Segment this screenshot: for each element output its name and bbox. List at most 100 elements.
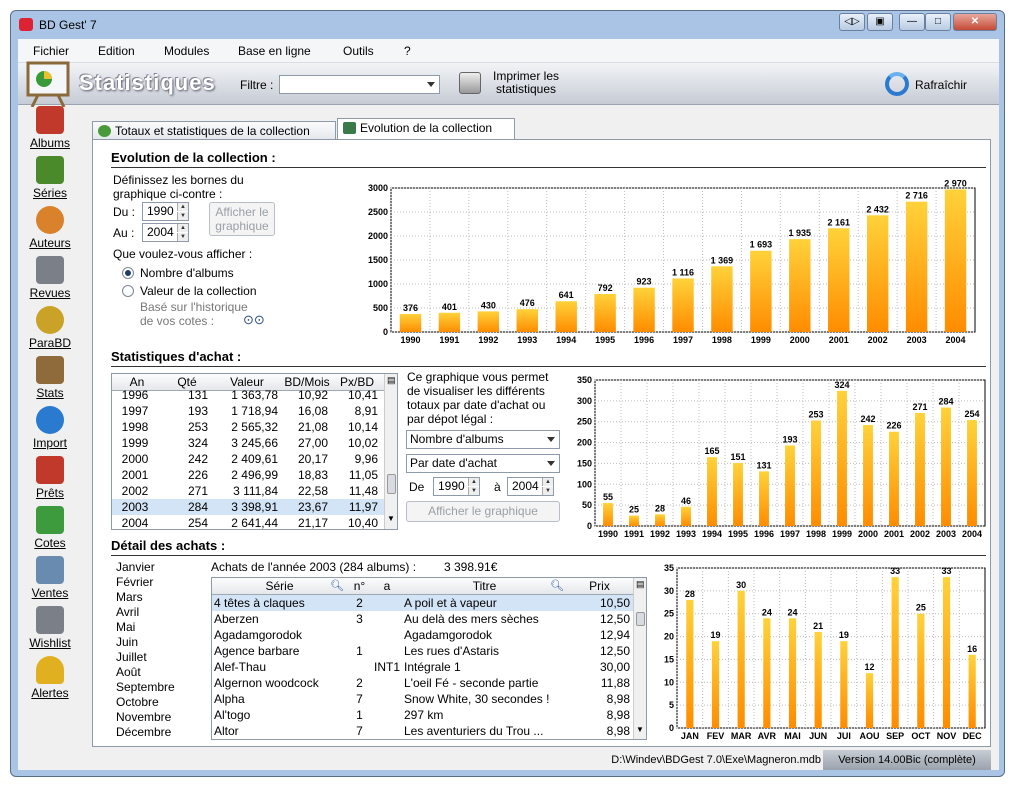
column-picker-icon[interactable]: ▤ — [387, 375, 396, 386]
spin-up-icon[interactable]: ▲ — [542, 478, 553, 486]
print-stats-button[interactable]: Imprimer les statistiques — [486, 70, 566, 96]
bar[interactable] — [733, 463, 743, 526]
bar[interactable] — [603, 503, 613, 526]
sidebar-item-series[interactable]: Séries — [18, 156, 82, 206]
bar[interactable] — [811, 420, 821, 526]
bar[interactable] — [915, 412, 925, 526]
sidebar-item-parabd[interactable]: ParaBD — [18, 306, 82, 356]
radio-nombre-albums[interactable] — [122, 267, 134, 279]
bar[interactable] — [750, 250, 772, 332]
month-item[interactable]: Octobre — [116, 695, 159, 709]
scrollbar-thumb[interactable] — [636, 612, 645, 626]
table-row[interactable]: Algernon woodcock 2 L'oeil Fé - seconde pa… — [212, 675, 633, 691]
spin-down-icon[interactable]: ▼ — [177, 212, 188, 220]
bar[interactable] — [707, 457, 717, 526]
bar[interactable] — [785, 445, 795, 526]
table-row[interactable]: 1999 324 3 245,66 27,00 10,02 — [112, 435, 384, 451]
menu-edition[interactable]: Edition — [98, 44, 135, 58]
spin-down-icon[interactable]: ▼ — [542, 487, 553, 495]
col-serie[interactable]: Série — [212, 579, 347, 593]
bar[interactable] — [477, 311, 500, 332]
printer-icon[interactable] — [459, 72, 481, 94]
maximize-button[interactable]: □ — [925, 13, 951, 31]
menu-fichier[interactable]: Fichier — [33, 44, 69, 58]
table-row[interactable]: 2004 254 2 641,44 21,17 10,40 — [112, 515, 384, 529]
table-row[interactable]: Agadamgorodok Agadamgorodok 12,94 — [212, 627, 633, 643]
table-row[interactable]: Alef-Thau INT1 Intégrale 1 30,00 — [212, 659, 633, 675]
menu-modules[interactable]: Modules — [164, 44, 209, 58]
bar[interactable] — [655, 514, 665, 526]
refresh-icon[interactable] — [885, 72, 909, 96]
glasses-icon[interactable]: ⊙⊙ — [243, 312, 265, 328]
month-item[interactable]: Février — [116, 575, 153, 589]
bar[interactable] — [594, 293, 616, 332]
bar[interactable] — [788, 618, 797, 728]
month-item[interactable]: Juin — [116, 635, 138, 649]
spin-up-icon[interactable]: ▲ — [468, 478, 479, 486]
bar[interactable] — [968, 654, 976, 728]
title-bar[interactable]: BD Gest' 7 ◁▷ ▣ — □ ✕ — [11, 11, 1004, 39]
month-item[interactable]: Juillet — [116, 650, 147, 664]
radio-valeur-collection[interactable] — [122, 285, 134, 297]
bar[interactable] — [763, 618, 771, 728]
sidebar-item-auteurs[interactable]: Auteurs — [18, 206, 82, 256]
bar[interactable] — [917, 613, 925, 728]
menu-base-en-ligne[interactable]: Base en ligne — [238, 44, 311, 58]
au-year-stepper[interactable]: 2004 ▲ ▼ — [142, 223, 189, 242]
scrollbar-thumb[interactable] — [387, 474, 396, 494]
table-row[interactable]: 2003 284 3 398,91 23,67 11,97 — [112, 499, 384, 515]
table-row[interactable]: 2002 271 3 111,84 22,58 11,48 — [112, 483, 384, 499]
bar[interactable] — [399, 313, 422, 332]
tab-totaux[interactable]: Totaux et statistiques de la collection — [92, 121, 336, 141]
bar[interactable] — [711, 266, 733, 332]
sidebar-item-albums[interactable]: Albums — [18, 106, 82, 156]
sidebar-item-revues[interactable]: Revues — [18, 256, 82, 306]
refresh-button[interactable]: Rafraîchir — [915, 78, 967, 92]
month-item[interactable]: Mars — [116, 590, 143, 604]
sidebar-item-alertes[interactable]: Alertes — [18, 656, 82, 706]
de-year-stepper[interactable]: 1990 ▲ ▼ — [433, 477, 480, 496]
scroll-down-icon[interactable]: ▼ — [387, 514, 395, 523]
month-item[interactable]: Avril — [116, 605, 139, 619]
bar[interactable] — [789, 239, 811, 332]
sidebar-item-import[interactable]: Import — [18, 406, 82, 456]
search-icon[interactable]: 🔍︎ — [550, 579, 564, 592]
menu-help[interactable]: ? — [404, 44, 411, 58]
bar[interactable] — [672, 278, 694, 332]
table-row[interactable]: Alpha 7 Snow White, 30 secondes ! 8,98 — [212, 691, 633, 707]
month-item[interactable]: Janvier — [116, 560, 155, 574]
month-item[interactable]: Décembre — [116, 725, 171, 739]
achat-table[interactable]: An Qté Valeur BD/Mois Px/BD 1996 131 1 363… — [111, 373, 398, 530]
bar[interactable] — [967, 420, 977, 526]
col-prix[interactable]: Prix — [567, 579, 632, 593]
bar[interactable] — [865, 673, 874, 728]
bar[interactable] — [840, 641, 848, 728]
bar[interactable] — [866, 215, 889, 332]
bar[interactable] — [633, 287, 655, 332]
bar[interactable] — [889, 431, 899, 526]
metric-select[interactable]: Nombre d'albums — [406, 430, 560, 449]
sidebar-item-cotes[interactable]: Cotes — [18, 506, 82, 556]
bar[interactable] — [863, 425, 873, 526]
show-chart-button-2[interactable]: Afficher le graphique — [406, 501, 560, 522]
spin-up-icon[interactable]: ▲ — [177, 224, 188, 232]
bar[interactable] — [555, 301, 577, 332]
bar[interactable] — [942, 577, 951, 728]
table-row[interactable]: 1997 193 1 718,94 16,08 8,91 — [112, 403, 384, 419]
menu-outils[interactable]: Outils — [343, 44, 374, 58]
table-row[interactable]: Al'togo 1 297 km 8,98 — [212, 707, 633, 723]
spin-down-icon[interactable]: ▼ — [177, 233, 188, 241]
minimize-button[interactable]: — — [899, 13, 925, 31]
back-nav-icon[interactable]: ◁▷ — [839, 13, 865, 31]
bar[interactable] — [814, 632, 822, 728]
radio-nombre-albums-label[interactable]: Nombre d'albums — [140, 266, 234, 280]
spin-up-icon[interactable]: ▲ — [177, 203, 188, 211]
bar[interactable] — [681, 506, 691, 526]
month-item[interactable]: Novembre — [116, 710, 171, 724]
table-row[interactable]: Altor 7 Les aventuriers du Trou ... 8,98 — [212, 723, 633, 739]
detail-table[interactable]: Série 🔍︎ n° a Titre 🔍︎ Prix 4 têtes à cl… — [211, 577, 647, 740]
col-titre[interactable]: Titre — [402, 579, 567, 593]
column-picker-icon[interactable]: ▤ — [636, 579, 645, 590]
spin-down-icon[interactable]: ▼ — [468, 487, 479, 495]
table-row[interactable]: 2000 242 2 409,61 20,17 9,96 — [112, 451, 384, 467]
